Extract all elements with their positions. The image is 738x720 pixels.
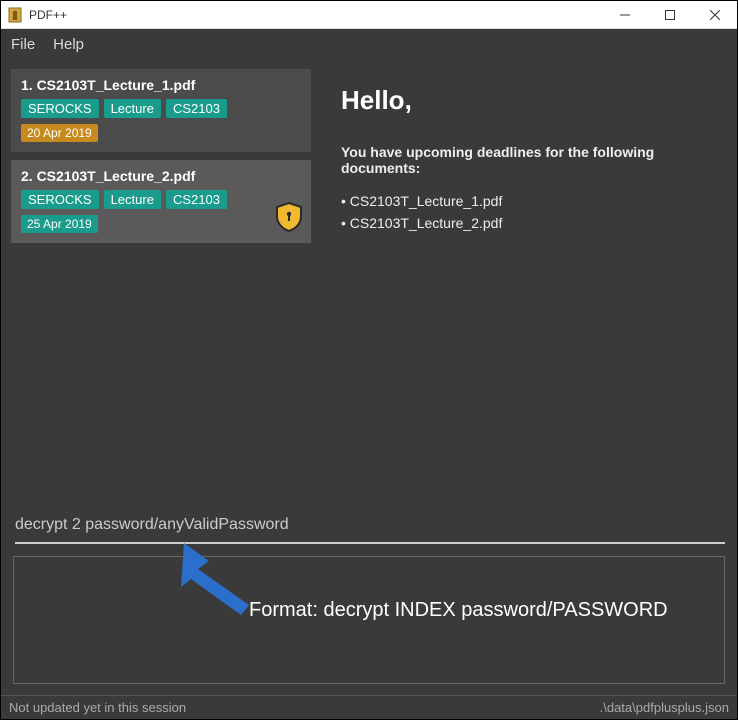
status-left: Not updated yet in this session [9, 700, 186, 715]
maximize-button[interactable] [647, 1, 692, 28]
window-controls [602, 1, 737, 28]
date-badge: 20 Apr 2019 [21, 124, 98, 142]
list-item[interactable]: 2. CS2103T_Lecture_2.pdf SEROCKS Lecture CS… [11, 160, 311, 243]
main-area: 1. CS2103T_Lecture_1.pdf SEROCKS Lecture CS… [1, 59, 737, 500]
tag: SEROCKS [21, 99, 99, 118]
command-area [1, 500, 737, 550]
deadline-intro: You have upcoming deadlines for the foll… [341, 144, 711, 176]
titlebar: PDF++ [1, 1, 737, 29]
list-item[interactable]: 1. CS2103T_Lecture_1.pdf SEROCKS Lecture CS… [11, 69, 311, 152]
lock-shield-icon [275, 202, 303, 237]
status-right: .\data\pdfplusplus.json [600, 700, 729, 715]
tag: Lecture [104, 99, 161, 118]
statusbar: Not updated yet in this session .\data\p… [1, 695, 737, 719]
tag: CS2103 [166, 99, 227, 118]
document-list: 1. CS2103T_Lecture_1.pdf SEROCKS Lecture CS… [11, 67, 311, 500]
info-panel: Hello, You have upcoming deadlines for t… [311, 67, 727, 500]
deadline-item: • CS2103T_Lecture_2.pdf [341, 212, 711, 234]
item-title: 1. CS2103T_Lecture_1.pdf [21, 77, 301, 93]
minimize-button[interactable] [602, 1, 647, 28]
tag: Lecture [104, 190, 161, 209]
tag: CS2103 [166, 190, 227, 209]
tag-row: SEROCKS Lecture CS2103 [21, 190, 301, 209]
tag-row: SEROCKS Lecture CS2103 [21, 99, 301, 118]
menubar: File Help [1, 29, 737, 59]
command-input[interactable] [15, 512, 725, 544]
menu-file[interactable]: File [11, 36, 35, 53]
date-badge: 25 Apr 2019 [21, 215, 98, 233]
close-button[interactable] [692, 1, 737, 28]
deadline-item: • CS2103T_Lecture_1.pdf [341, 190, 711, 212]
item-title: 2. CS2103T_Lecture_2.pdf [21, 168, 301, 184]
deadline-list: • CS2103T_Lecture_1.pdf• CS2103T_Lecture… [341, 190, 711, 235]
tag: SEROCKS [21, 190, 99, 209]
hello-heading: Hello, [341, 85, 711, 116]
result-area [13, 556, 725, 684]
menu-help[interactable]: Help [53, 36, 84, 53]
window-title: PDF++ [29, 8, 602, 22]
app-icon [7, 7, 23, 23]
